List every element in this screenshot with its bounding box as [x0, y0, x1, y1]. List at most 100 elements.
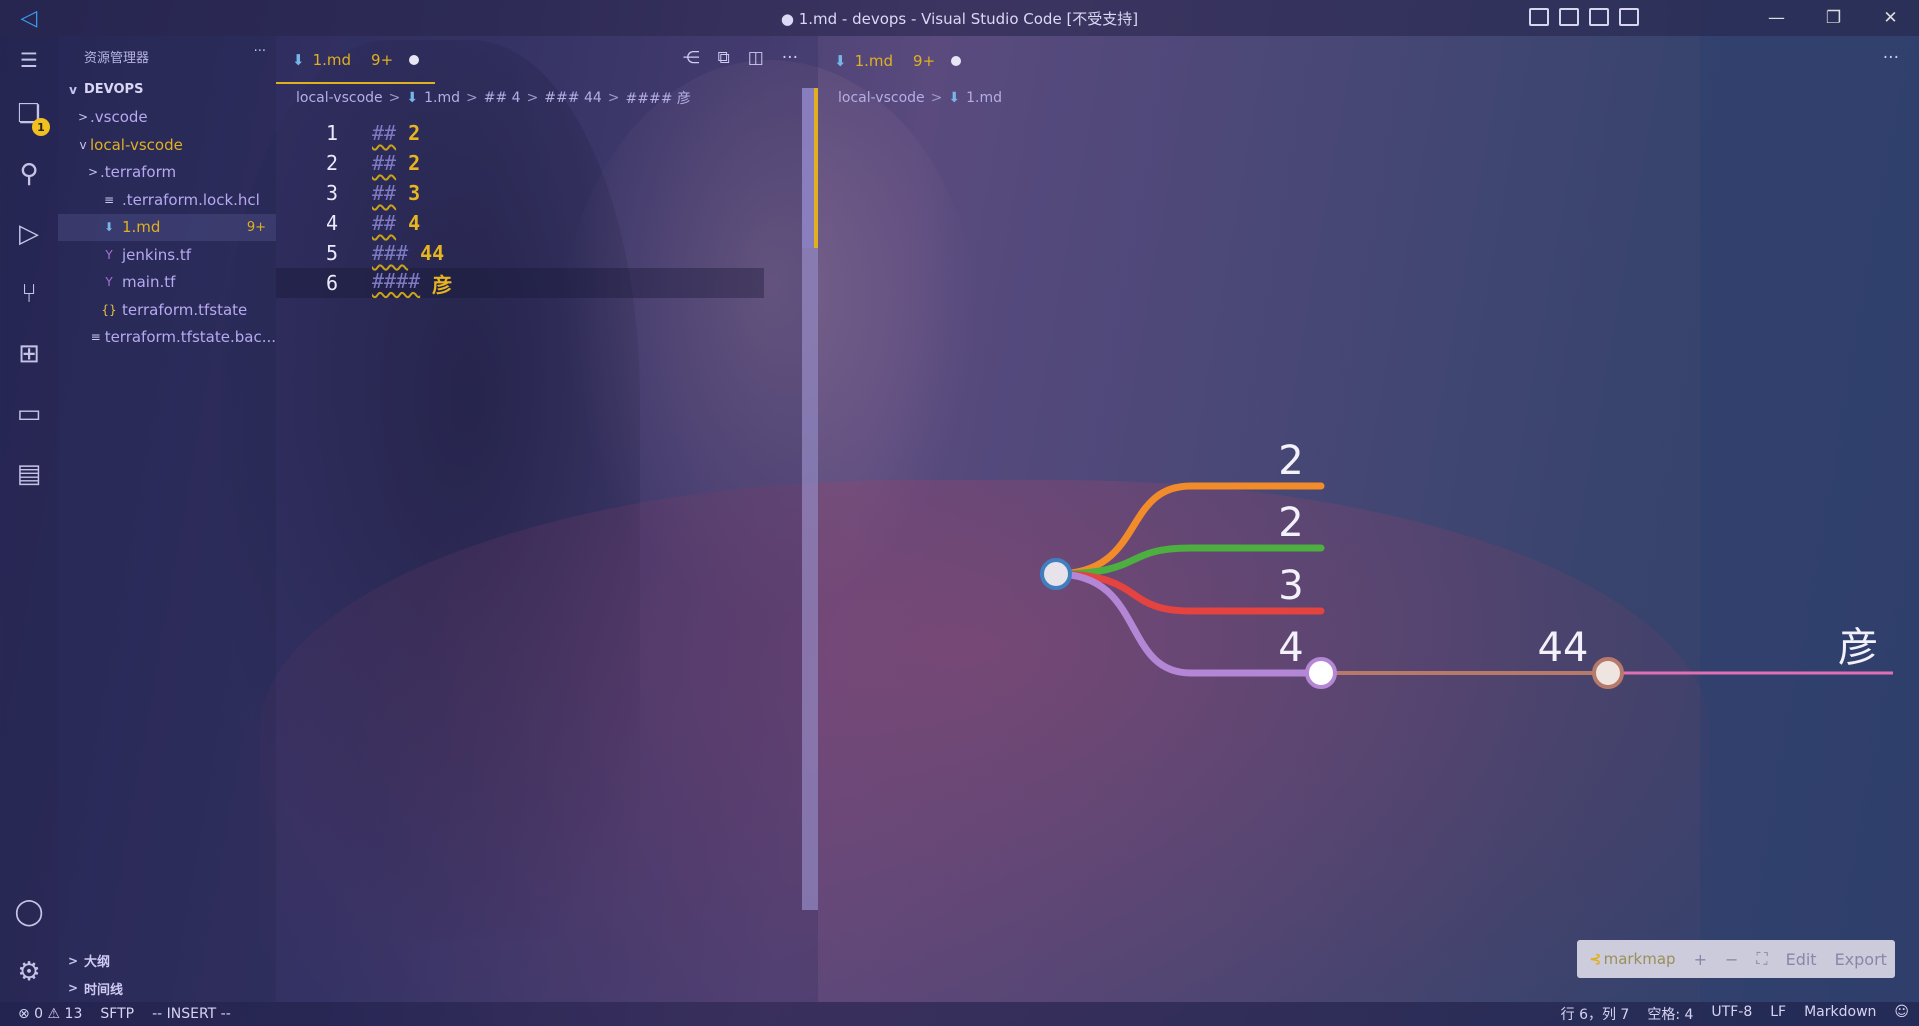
- heading-text: 彦: [432, 272, 453, 297]
- chevron-right-icon: >: [526, 90, 539, 106]
- problems-status[interactable]: ⊗ 0 ⚠ 13: [18, 1006, 82, 1022]
- restore-icon[interactable]: ❐: [1805, 0, 1862, 36]
- problem-count: 9+: [246, 219, 266, 235]
- breadcrumb-heading-3[interactable]: ### 44: [544, 90, 601, 106]
- eol-status[interactable]: LF: [1770, 1004, 1786, 1024]
- heading-marker: ##: [372, 121, 397, 145]
- timeline-section[interactable]: > 时间线: [58, 975, 276, 1003]
- files-icon[interactable]: ❏ 1: [0, 84, 58, 144]
- tab-label: 1.md: [312, 51, 352, 69]
- code-line[interactable]: 5 ### 44: [276, 238, 818, 268]
- heading-text: 44: [420, 241, 445, 265]
- more-actions-icon[interactable]: ···: [254, 44, 266, 59]
- chevron-down-icon: v: [79, 137, 87, 152]
- file-tree-label: terraform.tfstate: [122, 300, 248, 319]
- more-actions-icon[interactable]: ···: [782, 48, 798, 68]
- chevron-right-icon: >: [77, 110, 89, 125]
- file-tree-label: jenkins.tf: [122, 245, 192, 264]
- heading-marker: ####: [372, 268, 421, 293]
- code-line[interactable]: 6 #### 彦: [276, 268, 764, 298]
- timeline-label: 时间线: [84, 982, 124, 998]
- zoom-out-button[interactable]: −: [1725, 950, 1738, 969]
- menu-icon[interactable]: ☰: [0, 36, 58, 84]
- status-bar: ⊗ 0 ⚠ 13 SFTP -- INSERT -- 行 6，列 7 空格: 4…: [0, 1002, 1919, 1026]
- settings-gear-icon[interactable]: ⚙: [0, 942, 58, 1002]
- file-tree-item[interactable]: v local-vscode: [58, 131, 276, 159]
- markmap-brand[interactable]: ⊰ markmap: [1589, 950, 1676, 968]
- split-editor-icon[interactable]: ◫: [748, 48, 764, 68]
- breadcrumb-heading-4[interactable]: #### 彦: [626, 88, 691, 108]
- open-preview-icon[interactable]: ⧉: [718, 48, 730, 68]
- feedback-icon[interactable]: ☺: [1894, 1004, 1909, 1024]
- layout-controls: [1529, 8, 1639, 26]
- close-icon[interactable]: ✕: [1862, 0, 1919, 36]
- toggle-panel-icon[interactable]: [1559, 8, 1579, 26]
- line-text: ## 4: [348, 211, 420, 235]
- markdown-file-icon: ⬇: [406, 90, 419, 106]
- code-line[interactable]: 3 ## 3: [276, 178, 818, 208]
- timeline-compare-icon[interactable]: ⋲: [683, 48, 700, 68]
- unsaved-dot-icon[interactable]: [409, 55, 420, 65]
- heading-marker: ##: [372, 211, 397, 235]
- encoding-status[interactable]: UTF-8: [1711, 1004, 1752, 1024]
- customize-layout-icon[interactable]: [1619, 8, 1639, 26]
- mindmap-canvas[interactable]: 2234 44 彦: [818, 36, 1919, 1002]
- notebook-icon[interactable]: ▤: [0, 444, 58, 504]
- workspace-root-label: DEVOPS: [84, 82, 144, 98]
- language-mode[interactable]: Markdown: [1804, 1004, 1876, 1024]
- code-line[interactable]: 1 ## 2: [276, 118, 818, 148]
- run-debug-icon[interactable]: ▷: [0, 204, 58, 264]
- remote-explorer-icon[interactable]: ▭: [0, 384, 58, 444]
- file-type-icon: ⬇: [103, 220, 115, 235]
- line-number: 5: [325, 241, 338, 265]
- file-type-icon: ≡: [103, 192, 115, 207]
- toggle-sidebar-icon[interactable]: [1529, 8, 1549, 26]
- line-text: ## 3: [348, 181, 420, 205]
- outline-section[interactable]: > 大纲: [58, 947, 276, 975]
- export-button[interactable]: Export: [1835, 950, 1887, 969]
- file-tree-label: 1.md: [122, 218, 161, 237]
- markmap-logo-icon: ⊰: [1589, 950, 1602, 968]
- workspace-root[interactable]: v DEVOPS: [58, 76, 276, 104]
- file-type-icon: Y: [105, 275, 113, 290]
- mindmap-node: [1592, 657, 1624, 689]
- minimize-icon[interactable]: —: [1748, 0, 1805, 36]
- extensions-icon[interactable]: ⊞: [0, 324, 58, 384]
- file-tree-item[interactable]: Ymain.tf: [58, 269, 276, 297]
- edit-button[interactable]: Edit: [1786, 950, 1817, 969]
- sftp-status[interactable]: SFTP: [100, 1006, 134, 1022]
- file-tree-item[interactable]: Yjenkins.tf: [58, 241, 276, 269]
- file-tree-item[interactable]: > .vscode: [58, 104, 276, 132]
- tab-1-md[interactable]: ⬇ 1.md 9+: [276, 38, 436, 84]
- file-type-icon: ≡: [90, 330, 101, 345]
- code-line[interactable]: 4 ## 4: [276, 208, 818, 238]
- source-control-icon[interactable]: ⑂: [0, 264, 58, 324]
- file-tree-item[interactable]: > .terraform: [58, 159, 276, 187]
- warning-count: ⚠ 13: [47, 1006, 83, 1022]
- toggle-secondary-sidebar-icon[interactable]: [1589, 8, 1609, 26]
- breadcrumb-file[interactable]: 1.md: [424, 90, 460, 106]
- account-icon[interactable]: ◯: [0, 882, 58, 942]
- chevron-right-icon: >: [607, 90, 620, 106]
- explorer-sidebar: 资源管理器 ··· v DEVOPS > .vscode v local-vscode…: [58, 36, 276, 1002]
- file-tree-item[interactable]: {} terraform.tfstate: [58, 296, 276, 324]
- cursor-position[interactable]: 行 6，列 7: [1561, 1004, 1630, 1024]
- mindmap-node-label: 4: [1278, 625, 1303, 671]
- mindmap-root-node: [1040, 558, 1072, 590]
- editor-scrollbar[interactable]: [802, 88, 818, 910]
- code-area[interactable]: 1 ## 2 2 ## 2 3 ## 3 4 ## 4 5 ### 44 6 #### 彦: [276, 118, 818, 298]
- code-line[interactable]: 2 ## 2: [276, 148, 818, 178]
- line-text: ### 44: [348, 241, 444, 265]
- fit-window-button[interactable]: ⛶: [1756, 949, 1767, 969]
- breadcrumb-heading-2[interactable]: ## 4: [484, 90, 521, 106]
- heading-text: 3: [408, 181, 421, 205]
- breadcrumb-folder[interactable]: local-vscode: [296, 90, 383, 106]
- zoom-in-button[interactable]: +: [1694, 950, 1707, 969]
- file-tree-item[interactable]: ≡ .terraform.lock.hcl: [58, 186, 276, 214]
- mindmap-node-label: 2: [1278, 438, 1303, 484]
- file-tree-item[interactable]: ≡ terraform.tfstate.bac...: [58, 324, 276, 352]
- vscode-logo-icon[interactable]: ◁: [0, 6, 58, 31]
- file-tree-item[interactable]: ⬇ 1.md 9+: [58, 213, 276, 241]
- search-icon[interactable]: ⚲: [0, 144, 58, 204]
- indentation-status[interactable]: 空格: 4: [1647, 1004, 1693, 1024]
